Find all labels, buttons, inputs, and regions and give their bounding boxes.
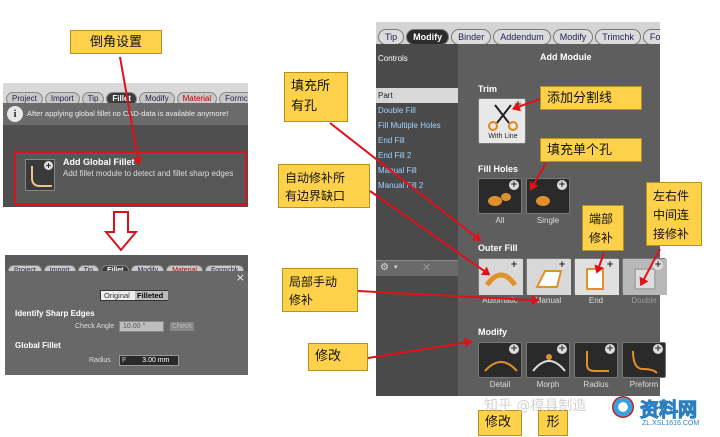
plus-icon: +: [557, 344, 567, 354]
modify-preform-label: Preform: [629, 380, 659, 389]
radius-prefix: F: [122, 357, 127, 364]
callout-end-repair: 端部 修补: [582, 205, 624, 251]
down-arrow-icon: [104, 211, 138, 252]
control-item-end-fill-2[interactable]: End Fill 2: [376, 148, 458, 163]
callout-add-split-line: 添加分割线: [540, 86, 642, 110]
plus-icon: +: [509, 180, 519, 190]
close-icon[interactable]: ×: [236, 271, 245, 284]
tab-trimchk[interactable]: Trimchk: [595, 29, 641, 44]
panel-body: × Original Filleted Identify Sharp Edges…: [5, 271, 248, 375]
callout-modify: 修改: [308, 343, 368, 371]
callout-chamfer-settings: 倒角设置: [70, 30, 162, 54]
tab-formchk[interactable]: Formchk: [642, 29, 660, 44]
plus-icon: +: [557, 260, 567, 270]
callout-local-manual: 局部手动 修补: [282, 268, 358, 312]
outer-fill-end-button[interactable]: +: [574, 258, 619, 295]
radius-value: 3.00 mm: [142, 357, 170, 364]
control-item-part[interactable]: Part: [376, 88, 458, 103]
callout-lr-middle-connect: 左右件 中间连 接修补: [646, 182, 702, 246]
tab-material[interactable]: Material: [176, 92, 218, 103]
tab-modify[interactable]: Modify: [139, 92, 175, 103]
plus-icon: +: [653, 260, 663, 270]
dropdown-icon[interactable]: ▾: [394, 263, 398, 271]
tab-project[interactable]: Project: [6, 92, 43, 103]
outer-fill-double-label: Double: [631, 296, 657, 305]
radius-input[interactable]: F 3.00 mm: [119, 355, 179, 366]
toggle-filleted[interactable]: Filleted: [135, 291, 168, 300]
modify-morph-label: Morph: [536, 380, 560, 389]
watermark-zhihu: 知乎 @模具制造: [484, 398, 587, 414]
right-tab-bar: TipModifyBinderAddendumModifyTrimchkForm…: [376, 22, 660, 44]
tab-addendum[interactable]: Addendum: [493, 29, 551, 44]
section-identify-sharp-edges: Identify Sharp Edges: [15, 309, 95, 318]
toggle-original[interactable]: Original: [104, 291, 130, 300]
check-angle-input[interactable]: 10.00 °: [119, 321, 164, 332]
controls-list: Part Double Fill Fill Multiple Holes End Fi…: [376, 88, 458, 193]
bottom-tab-bar: Project Import Tip Fillet Modify Material Form…: [5, 255, 248, 271]
add-control-icon[interactable]: ⚙: [380, 262, 389, 273]
outer-fill-end-label: End: [588, 296, 604, 305]
tab-formchk[interactable]: Formchk: [219, 92, 248, 103]
trim-tool-label: With Line: [488, 133, 518, 140]
section-outer-fill: Outer Fill: [478, 243, 518, 253]
add-module-header: Add Module: [540, 52, 592, 62]
delete-icon[interactable]: ✕: [422, 261, 431, 274]
callout-fill-all-holes: 填充所 有孔: [284, 72, 348, 122]
fill-holes-single-label: Single: [536, 216, 560, 225]
tab-import[interactable]: Import: [44, 92, 80, 103]
check-angle-value: 10.00 °: [123, 323, 146, 330]
plus-icon: +: [557, 180, 567, 190]
highlight-box-fillet: [14, 151, 247, 205]
tab-modify[interactable]: Modify: [406, 29, 450, 44]
plus-icon: +: [509, 344, 519, 354]
control-item-end-fill[interactable]: End Fill: [376, 133, 458, 148]
modify-preform-button[interactable]: +: [622, 342, 666, 378]
modify-detail-label: Detail: [489, 380, 511, 389]
controls-column: Controls Part Double Fill Fill Multiple Ho…: [376, 44, 458, 396]
check-angle-label: Check Angle: [75, 323, 115, 330]
tab-modify[interactable]: Modify: [552, 29, 594, 44]
plus-icon: +: [509, 260, 519, 270]
fill-holes-all-label: All: [495, 216, 505, 225]
watermark-url: ZL.XSL1616.COM: [642, 420, 700, 427]
info-text: After applying global fillet no CAD-data…: [27, 109, 229, 118]
fill-holes-all-button[interactable]: +: [478, 178, 522, 214]
plus-icon: +: [653, 344, 663, 354]
control-item-fill-multiple-holes[interactable]: Fill Multiple Holes: [376, 118, 458, 133]
plus-icon: +: [605, 344, 615, 354]
view-toggle[interactable]: Original Filleted: [100, 290, 168, 301]
modify-detail-button[interactable]: +: [478, 342, 522, 378]
info-icon: i: [7, 106, 23, 122]
tab-binder[interactable]: Binder: [451, 29, 492, 44]
controls-toolbar: ⚙ ▾ ✕: [376, 260, 458, 276]
callout-fill-single-hole: 填充单个孔: [540, 138, 642, 162]
tab-tip[interactable]: Tip: [378, 29, 405, 44]
radius-label: Radius: [89, 357, 111, 364]
tab-fillet[interactable]: Fillet: [106, 92, 138, 103]
check-button[interactable]: Check: [169, 321, 195, 332]
fillet-settings-panel: Project Import Tip Fillet Modify Material Form…: [5, 255, 248, 375]
info-bar: i After applying global fillet no CAD-da…: [3, 103, 248, 125]
controls-header: Controls: [378, 54, 408, 63]
section-global-fillet: Global Fillet: [15, 341, 61, 350]
section-modify: Modify: [478, 327, 507, 337]
modify-radius-button[interactable]: +: [574, 342, 618, 378]
outer-fill-manual-button[interactable]: +: [526, 258, 571, 295]
plus-icon: +: [605, 260, 615, 270]
watermark-logo-icon: [612, 396, 634, 418]
section-trim: Trim: [478, 84, 498, 94]
watermark-site: 资料网: [639, 399, 698, 422]
section-fill-holes: Fill Holes: [478, 164, 519, 174]
callout-auto-repair-all: 自动修补所 有边界缺口: [278, 164, 370, 208]
control-item-double-fill[interactable]: Double Fill: [376, 103, 458, 118]
tab-tip[interactable]: Tip: [81, 92, 105, 103]
modify-radius-label: Radius: [583, 380, 609, 389]
modify-morph-button[interactable]: +: [526, 342, 570, 378]
